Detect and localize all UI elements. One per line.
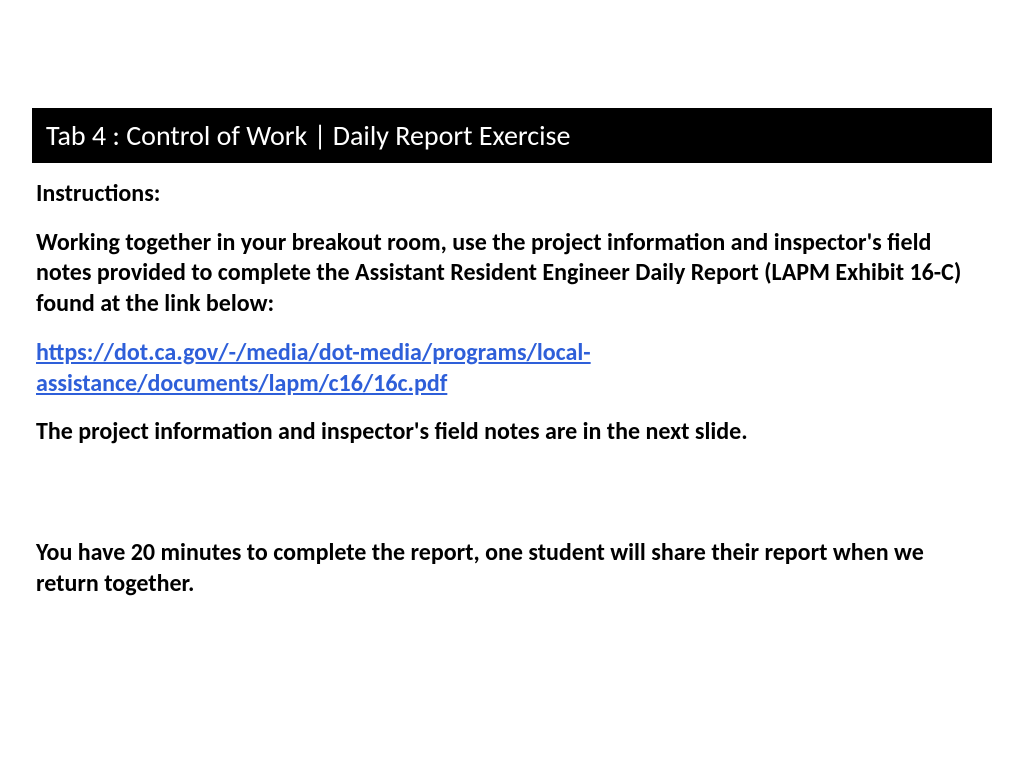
instructions-paragraph-1: Working together in your breakout room, … [36,228,988,320]
instructions-heading: Instructions: [36,179,988,210]
slide-container: Tab 4 : Control of Work | Daily Report E… [0,0,1024,768]
instructions-paragraph-3: You have 20 minutes to complete the repo… [36,538,988,599]
instructions-paragraph-2: The project information and inspector's … [36,417,988,448]
slide-title-bar: Tab 4 : Control of Work | Daily Report E… [32,108,992,163]
document-link[interactable]: https://dot.ca.gov/-/media/dot-media/pro… [36,338,591,398]
slide-title: Tab 4 : Control of Work | Daily Report E… [46,118,570,153]
slide-body: Instructions: Working together in your b… [0,163,1024,617]
spacer [36,466,988,538]
link-paragraph: https://dot.ca.gov/-/media/dot-media/pro… [36,338,988,399]
